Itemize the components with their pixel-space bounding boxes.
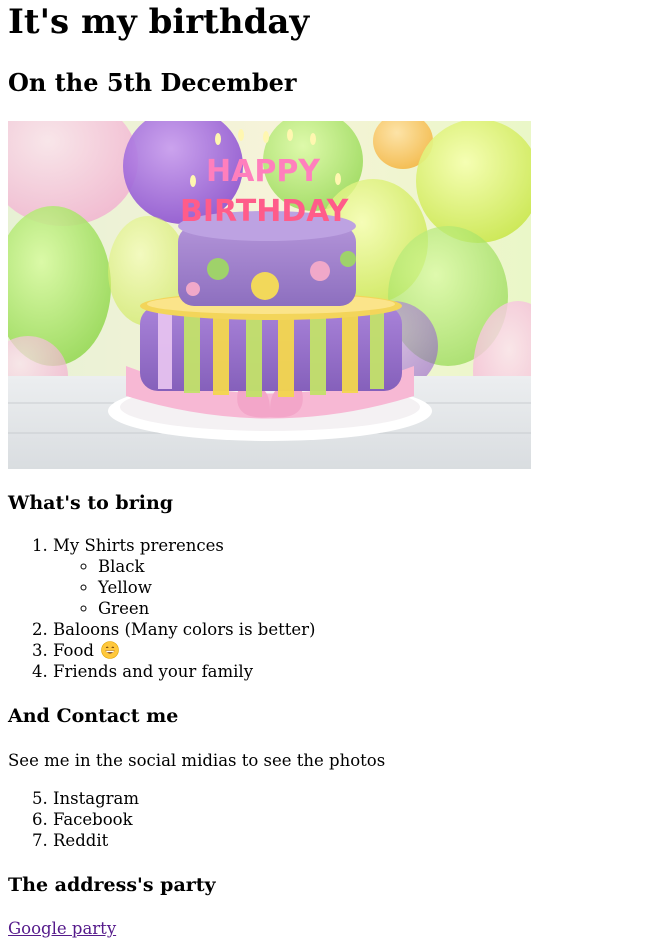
social-list: Instagram Facebook Reddit xyxy=(8,788,655,851)
contact-heading: And Contact me xyxy=(8,705,179,727)
list-item-label: My Shirts prerences xyxy=(53,536,224,555)
list-item-label: Food xyxy=(53,641,94,660)
cake-text-bottom: BIRTHDAY xyxy=(180,194,350,229)
address-heading: The address's party xyxy=(8,874,216,896)
contact-text: See me in the social midias to see the p… xyxy=(8,751,386,770)
list-item: My Shirts prerences Black Yellow Green xyxy=(53,535,655,619)
bring-heading: What's to bring xyxy=(8,492,174,514)
bring-list: My Shirts prerences Black Yellow Green B… xyxy=(8,535,655,682)
cake-text-top: HAPPY xyxy=(206,154,321,189)
list-item: Instagram xyxy=(53,788,655,809)
grinning-face-icon xyxy=(101,641,120,659)
page-subtitle: On the 5th December xyxy=(8,68,297,97)
address-link-row: Google party xyxy=(8,918,655,939)
list-item: Food xyxy=(53,640,655,661)
list-item: Black xyxy=(98,556,655,577)
shirt-colors-list: Black Yellow Green xyxy=(53,556,655,619)
page-title: It's my birthday xyxy=(8,2,310,42)
birthday-cake-image: HAPPY BIRTHDAY xyxy=(8,121,531,469)
list-item: Green xyxy=(98,598,655,619)
list-item: Friends and your family xyxy=(53,661,655,682)
list-item: Facebook xyxy=(53,809,655,830)
list-item: Reddit xyxy=(53,830,655,851)
page: It's my birthday On the 5th December HAP… xyxy=(0,0,655,939)
list-item: Yellow xyxy=(98,577,655,598)
list-item: Baloons (Many colors is better) xyxy=(53,619,655,640)
google-party-link[interactable]: Google party xyxy=(8,919,116,938)
